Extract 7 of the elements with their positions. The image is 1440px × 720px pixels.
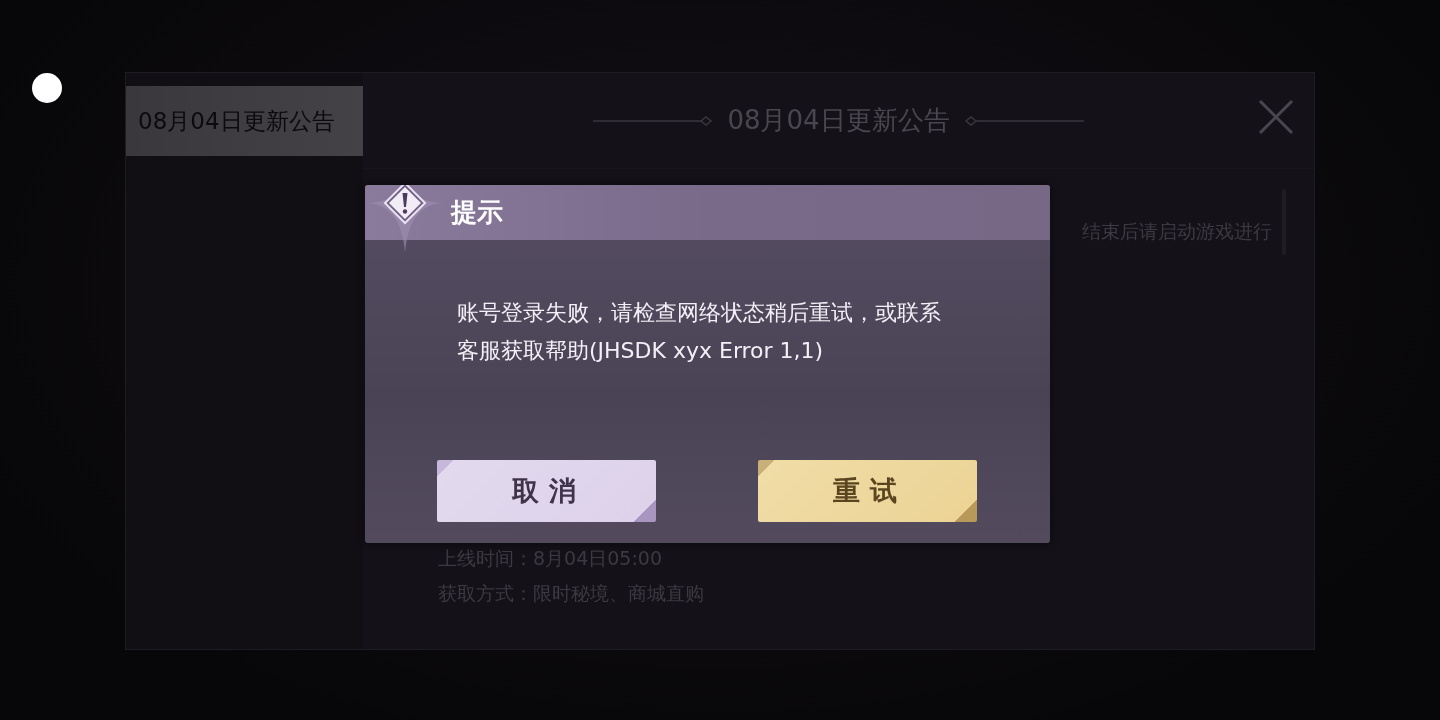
cancel-button[interactable]: 取消 xyxy=(437,460,656,522)
floating-button[interactable] xyxy=(32,73,62,103)
announcement-title: 08月04日更新公告 xyxy=(727,104,950,137)
retry-button[interactable]: 重试 xyxy=(758,460,977,522)
dialog-title: 提示 xyxy=(451,196,503,229)
error-message: 账号登录失败，请检查网络状态稍后重试，或联系客服获取帮助(JHSDK xyx Error 1,1) xyxy=(457,299,942,365)
close-icon[interactable] xyxy=(1258,99,1294,135)
